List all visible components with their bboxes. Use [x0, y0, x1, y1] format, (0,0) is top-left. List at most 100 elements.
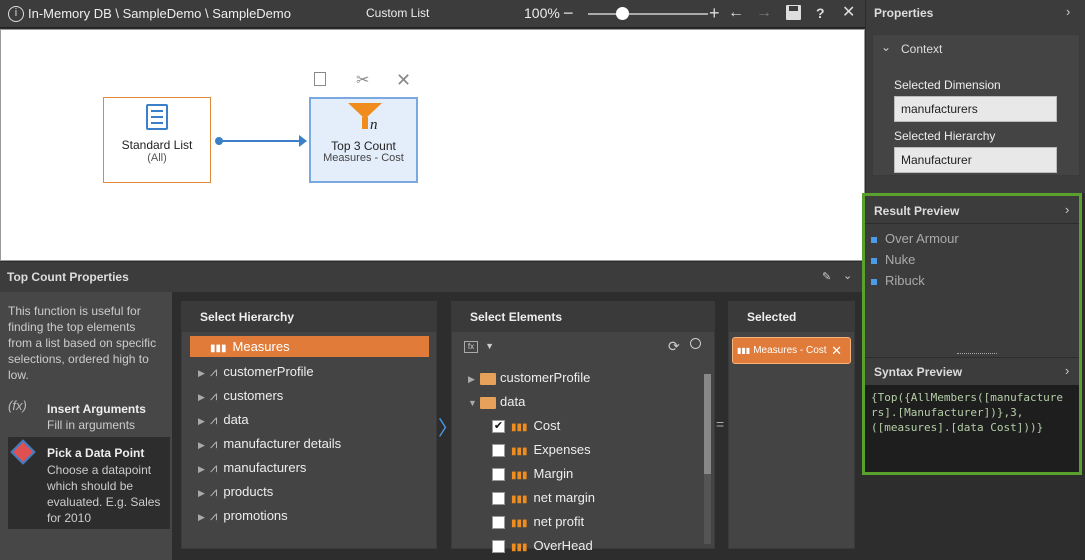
hierarchy-item-customerprofile[interactable]: ▶ ⩘ customerProfile — [198, 360, 428, 384]
hierarchy-field[interactable]: Manufacturer — [894, 147, 1057, 173]
folder-icon — [480, 396, 496, 409]
code-line: rs].[Manufacturer])},3, — [871, 406, 1024, 419]
element-label: OverHead — [533, 538, 593, 553]
copy-icon[interactable] — [314, 72, 326, 86]
insert-arguments-item[interactable]: (fx) Insert Arguments Fill in arguments — [0, 394, 172, 432]
hierarchy-label: customerProfile — [223, 364, 314, 379]
checkbox[interactable] — [492, 540, 505, 554]
list-item: Ribuck — [871, 273, 1071, 294]
bar-chart-icon: ▮▮▮ — [511, 422, 528, 433]
bar-chart-icon: ▮▮▮ — [511, 542, 528, 553]
delete-icon[interactable]: ✕ — [396, 70, 411, 91]
element-label: Cost — [533, 418, 561, 433]
hierarchy-item-customers[interactable]: ▶ ⩘ customers — [198, 384, 428, 408]
selected-chip[interactable]: ▮▮▮ Measures - Cost ✕ — [732, 337, 851, 364]
zoom-level: 100% — [524, 5, 560, 21]
element-label: Expenses — [533, 442, 591, 457]
scrollbar[interactable] — [704, 374, 711, 544]
connector-dot — [215, 137, 223, 145]
folder-icon — [480, 372, 496, 385]
element-item-net-margin[interactable]: ▮▮▮ net margin — [468, 486, 698, 510]
context-title: Context — [901, 42, 943, 56]
page-title: Custom List — [366, 6, 430, 20]
insert-arguments-title: Insert Arguments — [47, 402, 146, 416]
hierarchy-item-data[interactable]: ▶ ⩘ data — [198, 408, 428, 432]
checkbox-checked[interactable]: ✔ — [492, 420, 505, 434]
list-item: Nuke — [871, 252, 1071, 273]
standard-list-node[interactable]: Standard List (All) — [103, 97, 211, 183]
checkbox[interactable] — [492, 444, 505, 458]
selected-panel: Selected ▮▮▮ Measures - Cost ✕ — [728, 301, 855, 549]
splitter-handle[interactable] — [957, 353, 997, 355]
bar-chart-icon: ▮▮▮ — [210, 343, 227, 354]
zoom-slider[interactable] — [588, 7, 708, 20]
design-canvas[interactable]: Standard List (All) ✂ ✕ n Top 3 Count Me… — [0, 29, 865, 261]
element-type-dropdown[interactable]: fx ▼ — [464, 340, 494, 353]
checkbox[interactable] — [492, 492, 505, 506]
properties-title: Properties — [874, 6, 934, 20]
hierarchy-icon: ⩘ — [210, 460, 218, 475]
zoom-in-icon[interactable]: + — [709, 4, 720, 22]
remove-icon[interactable]: ✕ — [831, 338, 842, 363]
hierarchy-label: customers — [223, 388, 284, 403]
element-label: net margin — [533, 490, 595, 505]
cut-icon[interactable]: ✂ — [356, 70, 369, 90]
pick-data-point-item[interactable]: Pick a Data Point Choose a datapoint whi… — [8, 437, 170, 529]
zoom-out-icon[interactable]: − — [563, 4, 574, 22]
panel-title: Select Elements — [452, 302, 714, 332]
hierarchy-item-measures[interactable]: ▮▮▮ Measures — [190, 336, 429, 357]
chevron-right-icon[interactable]: › — [1066, 4, 1070, 19]
dimension-field[interactable]: manufacturers — [894, 96, 1057, 122]
hierarchy-label: products — [223, 484, 274, 499]
help-icon[interactable]: ? — [816, 5, 825, 21]
list-icon — [146, 104, 168, 130]
search-icon[interactable] — [690, 338, 701, 349]
bullet-icon — [871, 278, 877, 285]
hierarchy-label: promotions — [223, 508, 288, 523]
info-icon[interactable]: i — [8, 6, 24, 22]
checkbox[interactable] — [492, 516, 505, 530]
hierarchy-item-products[interactable]: ▶ ⩘ products — [198, 480, 428, 504]
element-item-net-profit[interactable]: ▮▮▮ net profit — [468, 510, 698, 534]
hierarchy-item-manufacturer-details[interactable]: ▶ ⩘ manufacturer details — [198, 432, 428, 456]
top-count-node[interactable]: n Top 3 Count Measures - Cost — [309, 97, 418, 183]
breadcrumb: In-Memory DB \ SampleDemo \ SampleDemo — [28, 6, 291, 21]
folder-customerprofile[interactable]: ▶ customerProfile — [468, 366, 698, 390]
forward-icon[interactable]: → — [756, 5, 772, 21]
node-title: Top 3 Count — [331, 139, 396, 153]
folder-data[interactable]: ▼ data — [468, 390, 698, 414]
checkbox[interactable] — [492, 468, 505, 482]
hierarchy-icon: ⩘ — [210, 412, 218, 427]
hierarchy-item-manufacturers[interactable]: ▶ ⩘ manufacturers — [198, 456, 428, 480]
hierarchy-item-promotions[interactable]: ▶ ⩘ promotions — [198, 504, 428, 528]
syntax-preview-title: Syntax Preview — [874, 365, 963, 379]
list-item-label: Nuke — [885, 252, 916, 267]
refresh-icon[interactable]: ⟳ — [668, 338, 680, 355]
element-item-overhead[interactable]: ▮▮▮ OverHead — [468, 534, 698, 554]
function-description: This function is useful for finding the … — [8, 304, 157, 382]
hierarchy-icon: ⩘ — [210, 388, 218, 403]
close-icon[interactable]: ✕ — [842, 5, 855, 21]
element-item-cost[interactable]: ✔ ▮▮▮ Cost — [468, 414, 698, 438]
chevron-down-icon[interactable]: ⌄ — [843, 269, 852, 282]
function-icon: (fx) — [8, 398, 27, 413]
zoom-slider-thumb[interactable] — [616, 7, 629, 20]
dimension-label: Selected Dimension — [894, 78, 1001, 92]
bullet-icon — [871, 236, 877, 243]
hierarchy-label: Selected Hierarchy — [894, 129, 996, 143]
connector-line — [218, 140, 304, 142]
list-item-label: Over Armour — [885, 231, 959, 246]
syntax-code: {Top({AllMembers([manufacture rs].[Manuf… — [865, 385, 1079, 472]
bar-chart-icon: ▮▮▮ — [511, 494, 528, 505]
chevron-right-icon[interactable]: › — [1065, 202, 1069, 217]
chevron-down-icon[interactable]: ⌄ — [881, 40, 891, 54]
pin-icon[interactable]: ✎ — [822, 270, 831, 283]
section-title: Top Count Properties — [7, 270, 129, 284]
chevron-right-icon[interactable]: › — [1065, 363, 1069, 378]
back-icon[interactable]: ← — [728, 5, 744, 21]
hierarchy-icon: ⩘ — [210, 508, 218, 523]
element-label: net profit — [533, 514, 585, 529]
save-icon[interactable] — [786, 5, 801, 20]
element-item-margin[interactable]: ▮▮▮ Margin — [468, 462, 698, 486]
element-item-expenses[interactable]: ▮▮▮ Expenses — [468, 438, 698, 462]
